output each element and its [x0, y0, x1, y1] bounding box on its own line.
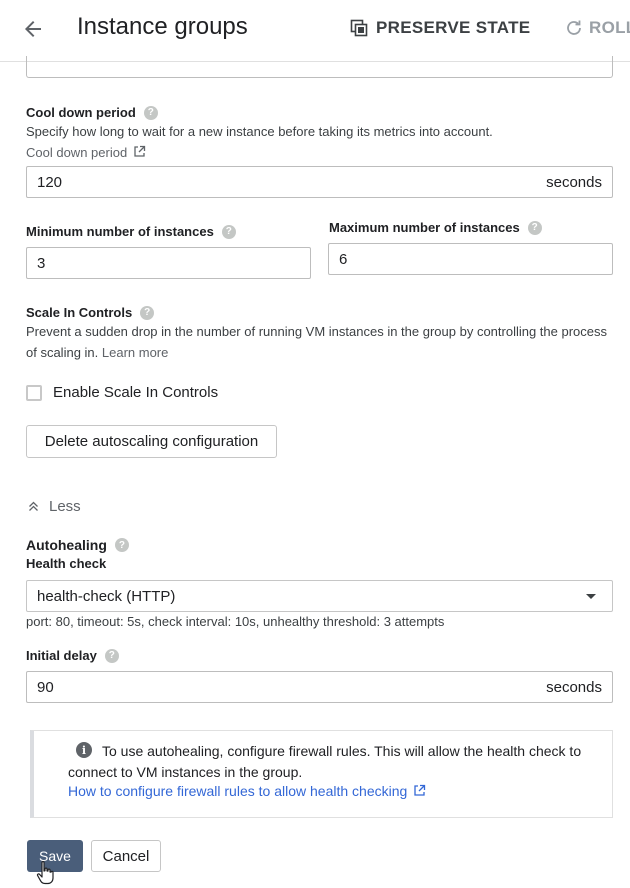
refresh-icon: [567, 20, 581, 35]
help-icon[interactable]: ?: [114, 538, 129, 552]
add-metric-button-partial[interactable]: [26, 56, 613, 78]
min-instances-input[interactable]: 3: [26, 247, 311, 279]
firewall-rules-link[interactable]: How to configure firewall rules to allow…: [68, 783, 426, 799]
health-check-details: port: 80, timeout: 5s, check interval: 1…: [26, 614, 445, 629]
cooldown-link-row: Cool down period: [26, 142, 146, 163]
external-link-icon: [134, 145, 146, 157]
less-toggle[interactable]: Less: [28, 498, 81, 515]
preserve-state-button[interactable]: PRESERVE STATE: [350, 18, 530, 38]
max-instances-label: Maximum number of instances ?: [329, 220, 542, 235]
min-instances-value: 3: [37, 254, 46, 272]
initial-delay-unit: seconds: [546, 678, 602, 696]
cooldown-input[interactable]: 120 seconds: [26, 166, 613, 198]
help-icon[interactable]: ?: [221, 224, 236, 239]
scale-in-label: Scale In Controls ?: [26, 305, 155, 320]
firewall-info-text: To use autohealing, configure firewall r…: [68, 743, 582, 780]
initial-delay-value: 90: [37, 678, 54, 696]
cooldown-value: 120: [37, 173, 63, 191]
cooldown-description: Specify how long to wait for a new insta…: [26, 124, 493, 139]
health-check-value: health-check (HTTP): [37, 587, 176, 605]
cooldown-link[interactable]: Cool down period: [26, 145, 127, 160]
scale-in-description: Prevent a sudden drop in the number of r…: [26, 324, 608, 360]
roll-label: ROLL: [589, 18, 630, 37]
help-icon[interactable]: ?: [143, 105, 158, 120]
scale-in-checkbox-label[interactable]: Enable Scale In Controls: [53, 384, 218, 401]
initial-delay-label: Initial delay ?: [26, 648, 119, 663]
scale-in-checkbox[interactable]: [26, 385, 42, 401]
chevron-up-icon: [29, 501, 38, 511]
max-instances-input[interactable]: 6: [328, 243, 613, 275]
hand-cursor-icon: [36, 861, 54, 885]
external-link-icon: [414, 784, 426, 796]
preserve-state-icon: [350, 19, 368, 37]
firewall-info-box: i To use autohealing, configure firewall…: [30, 730, 613, 818]
autohealing-label: Autohealing ?: [26, 537, 129, 553]
preserve-state-label: PRESERVE STATE: [376, 18, 531, 37]
help-icon[interactable]: ?: [527, 220, 542, 235]
health-check-select[interactable]: health-check (HTTP): [26, 580, 613, 612]
help-icon[interactable]: ?: [140, 305, 155, 320]
help-icon[interactable]: ?: [104, 648, 119, 663]
cancel-button[interactable]: Cancel: [91, 840, 161, 872]
back-arrow-icon[interactable]: [18, 14, 48, 44]
rolling-update-button[interactable]: ROLL: [565, 18, 630, 38]
less-label: Less: [49, 498, 81, 515]
max-instances-value: 6: [339, 250, 348, 268]
top-bar: Instance groups PRESERVE STATE ROLL: [0, 0, 630, 62]
min-instances-label: Minimum number of instances ?: [26, 224, 236, 239]
cooldown-label: Cool down period ?: [26, 105, 158, 120]
initial-delay-input[interactable]: 90 seconds: [26, 671, 613, 703]
delete-autoscaling-button[interactable]: Delete autoscaling configuration: [26, 425, 277, 458]
health-check-label: Health check: [26, 556, 107, 571]
dropdown-caret-icon: [586, 593, 596, 599]
page-title: Instance groups: [77, 13, 248, 40]
learn-more-link[interactable]: Learn more: [102, 345, 168, 360]
cooldown-unit: seconds: [546, 173, 602, 191]
